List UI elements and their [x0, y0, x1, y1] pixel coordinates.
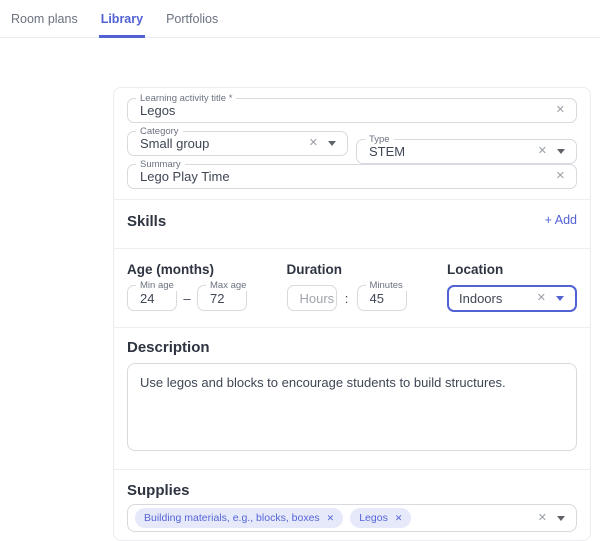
- category-value: Small group: [128, 136, 303, 151]
- description-heading: Description: [127, 339, 577, 356]
- learning-activity-title-field[interactable]: Learning activity title * ✕: [127, 98, 577, 123]
- add-skill-button[interactable]: + Add: [545, 213, 577, 227]
- learning-activity-title-label: Learning activity title *: [136, 93, 236, 104]
- supplies-heading: Supplies: [127, 482, 577, 499]
- clear-title-icon[interactable]: ✕: [556, 105, 565, 116]
- skills-section: Skills + Add: [114, 200, 590, 248]
- hours-input[interactable]: [288, 286, 336, 310]
- category-type-row: Category Small group ✕ Type STEM ✕: [127, 131, 577, 164]
- remove-supply-icon[interactable]: ✕: [395, 514, 403, 523]
- tab-library[interactable]: Library: [99, 0, 145, 38]
- minutes-label: Minutes: [366, 280, 407, 291]
- clear-category-icon[interactable]: ✕: [309, 138, 318, 149]
- tab-bar: Room plans Library Portfolios: [0, 0, 600, 38]
- supply-chip-label: Building materials, e.g., blocks, boxes: [144, 512, 320, 524]
- description-textarea[interactable]: Use legos and blocks to encourage studen…: [127, 363, 577, 451]
- supply-chip-label: Legos: [359, 512, 388, 524]
- clear-summary-icon[interactable]: ✕: [556, 171, 565, 182]
- location-select[interactable]: Indoors ✕: [447, 285, 577, 312]
- location-group: Location Indoors ✕: [447, 262, 577, 312]
- max-age-field[interactable]: Max age: [197, 285, 247, 311]
- supplies-adornments: ✕: [532, 513, 576, 524]
- duration-group: Duration : Minutes: [287, 262, 448, 312]
- supplies-dropdown-icon[interactable]: [557, 516, 565, 521]
- summary-input[interactable]: [128, 165, 550, 188]
- supplies-select[interactable]: Building materials, e.g., blocks, boxes …: [127, 504, 577, 532]
- age-fields: Min age – Max age: [127, 285, 287, 311]
- category-field[interactable]: Category Small group ✕: [127, 131, 348, 156]
- type-dropdown-icon[interactable]: [557, 149, 565, 154]
- type-adornments: ✕: [532, 146, 576, 157]
- summary-field[interactable]: Summary ✕: [127, 164, 577, 189]
- supply-chip[interactable]: Building materials, e.g., blocks, boxes …: [135, 508, 343, 528]
- summary-label: Summary: [136, 159, 185, 170]
- age-range-separator: –: [177, 291, 197, 306]
- age-group: Age (months) Min age – Max age: [127, 262, 287, 312]
- meta-section: Age (months) Min age – Max age Duration: [114, 249, 590, 327]
- hours-field[interactable]: [287, 285, 337, 311]
- supplies-section: Supplies Building materials, e.g., block…: [114, 470, 590, 540]
- activity-form-card: Learning activity title * ✕ Category Sma…: [113, 87, 591, 541]
- duration-heading: Duration: [287, 262, 448, 277]
- clear-location-icon[interactable]: ✕: [537, 293, 546, 304]
- category-dropdown-icon[interactable]: [328, 141, 336, 146]
- min-age-label: Min age: [136, 280, 178, 291]
- skills-heading: Skills: [127, 213, 166, 230]
- duration-fields: : Minutes: [287, 285, 448, 311]
- age-heading: Age (months): [127, 262, 287, 277]
- clear-supplies-icon[interactable]: ✕: [538, 513, 547, 524]
- min-age-field[interactable]: Min age: [127, 285, 177, 311]
- title-adornments: ✕: [550, 105, 576, 116]
- location-dropdown-icon[interactable]: [556, 296, 564, 301]
- location-adornments: ✕: [531, 293, 575, 304]
- supply-chip[interactable]: Legos ✕: [350, 508, 411, 528]
- summary-adornments: ✕: [550, 171, 576, 182]
- remove-supply-icon[interactable]: ✕: [327, 514, 335, 523]
- max-age-label: Max age: [206, 280, 250, 291]
- location-value: Indoors: [449, 291, 531, 306]
- duration-time-separator: :: [337, 291, 357, 306]
- category-adornments: ✕: [303, 138, 347, 149]
- location-heading: Location: [447, 262, 577, 277]
- tab-portfolios[interactable]: Portfolios: [164, 0, 220, 37]
- basic-info-section: Learning activity title * ✕ Category Sma…: [114, 88, 590, 199]
- category-label: Category: [136, 126, 183, 137]
- minutes-field[interactable]: Minutes: [357, 285, 407, 311]
- type-field[interactable]: Type STEM ✕: [356, 139, 577, 164]
- clear-type-icon[interactable]: ✕: [538, 146, 547, 157]
- description-section: Description Use legos and blocks to enco…: [114, 328, 590, 469]
- tab-room-plans[interactable]: Room plans: [9, 0, 80, 37]
- type-value: STEM: [357, 144, 532, 159]
- supplies-chips: Building materials, e.g., blocks, boxes …: [128, 508, 532, 528]
- type-label: Type: [365, 134, 394, 145]
